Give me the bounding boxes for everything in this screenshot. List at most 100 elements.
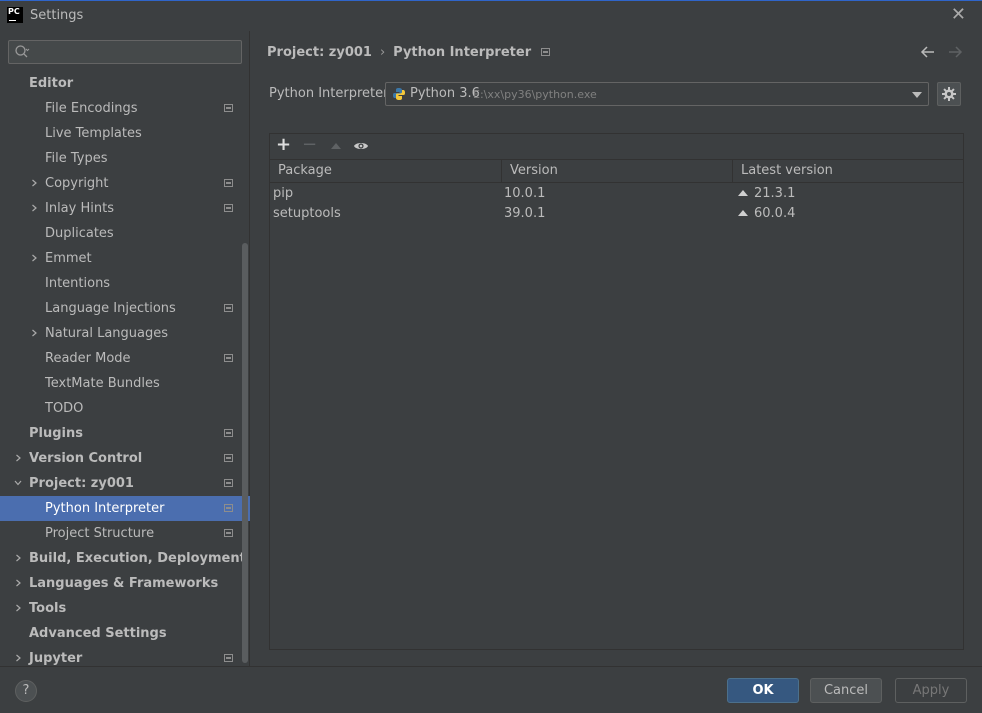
python-icon <box>393 88 405 100</box>
sidebar-item[interactable]: TODO <box>0 396 250 421</box>
sidebar-item[interactable]: Advanced Settings <box>0 621 250 646</box>
sidebar-item-label: Duplicates <box>45 226 114 241</box>
sidebar-item[interactable]: Intentions <box>0 271 250 296</box>
sidebar-item[interactable]: Languages & Frameworks <box>0 571 250 596</box>
package-version-cell: 10.0.1 <box>504 186 546 201</box>
sidebar-item-label: File Encodings <box>45 101 138 116</box>
sidebar-item[interactable]: Live Templates <box>0 121 250 146</box>
sidebar-item[interactable]: Editor <box>0 71 250 96</box>
chevron-right-icon[interactable] <box>14 454 22 462</box>
breadcrumb-parent[interactable]: Project: zy001 <box>267 45 372 60</box>
forward-arrow-icon[interactable] <box>947 44 963 60</box>
chevron-right-icon[interactable] <box>14 604 22 612</box>
sidebar-item[interactable]: Tools <box>0 596 250 621</box>
project-scope-icon <box>224 204 233 212</box>
table-row[interactable]: pip 10.0.1 21.3.1 <box>270 184 963 204</box>
sidebar-item-label: Editor <box>29 76 74 91</box>
chevron-right-icon[interactable] <box>30 204 38 212</box>
interpreter-select[interactable]: Python 3.6 E:\xx\py36\python.exe <box>385 82 929 106</box>
sidebar-item[interactable]: Emmet <box>0 246 250 271</box>
main-panel: Project: zy001 › Python Interpreter Python… <box>251 31 982 666</box>
project-scope-icon <box>224 429 233 437</box>
latest-version-text: 60.0.4 <box>754 206 796 221</box>
sidebar-item[interactable]: Reader Mode <box>0 346 250 371</box>
interpreter-name: Python 3.6 <box>410 86 480 101</box>
ok-button[interactable]: OK <box>727 678 799 703</box>
chevron-right-icon[interactable] <box>30 254 38 262</box>
table-row[interactable]: setuptools 39.0.1 60.0.4 <box>270 204 963 224</box>
sidebar-item[interactable]: File Encodings <box>0 96 250 121</box>
project-scope-icon <box>541 48 551 56</box>
sidebar-item-label: Natural Languages <box>45 326 169 341</box>
help-button[interactable]: ? <box>15 680 37 702</box>
sidebar-item-label: Emmet <box>45 251 92 266</box>
project-scope-icon <box>224 654 233 662</box>
project-scope-icon <box>224 179 233 187</box>
sidebar-item-label: Language Injections <box>45 301 176 316</box>
project-scope-icon <box>224 479 233 487</box>
column-header-latest-version[interactable]: Latest version <box>733 160 963 182</box>
chevron-right-icon[interactable] <box>14 654 22 662</box>
package-name-cell: pip <box>273 186 294 201</box>
project-scope-icon <box>224 454 233 462</box>
sidebar-item-label: Copyright <box>45 176 109 191</box>
project-scope-icon <box>224 304 233 312</box>
remove-package-button[interactable]: − <box>302 136 318 154</box>
cancel-button[interactable]: Cancel <box>810 678 882 703</box>
chevron-right-icon[interactable] <box>30 329 38 337</box>
sidebar-item[interactable]: Python Interpreter <box>0 496 250 521</box>
back-arrow-icon[interactable] <box>920 44 936 60</box>
search-icon <box>15 45 30 58</box>
chevron-right-icon[interactable] <box>30 179 38 187</box>
sidebar-item[interactable]: Language Injections <box>0 296 250 321</box>
close-icon[interactable]: ✕ <box>951 5 966 25</box>
sidebar-item-label: Build, Execution, Deployment <box>29 551 246 566</box>
sidebar-item[interactable]: File Types <box>0 146 250 171</box>
interpreter-path: E:\xx\py36\python.exe <box>473 88 597 101</box>
gear-icon <box>942 87 956 101</box>
interpreter-settings-button[interactable] <box>937 82 961 106</box>
sidebar-item-label: Intentions <box>45 276 111 291</box>
chevron-right-icon[interactable] <box>14 579 22 587</box>
packages-panel: + − Package Version Latest version pip 10… <box>269 133 964 650</box>
search-input[interactable] <box>8 40 242 64</box>
add-package-button[interactable]: + <box>276 136 292 154</box>
apply-button[interactable]: Apply <box>895 678 967 703</box>
sidebar-item-label: Python Interpreter <box>45 501 165 516</box>
column-header-package[interactable]: Package <box>270 160 502 182</box>
title-bar: PC Settings ✕ <box>0 0 982 31</box>
upgrade-available-icon <box>738 190 748 196</box>
project-scope-icon <box>224 504 233 512</box>
sidebar-item[interactable]: Plugins <box>0 421 250 446</box>
sidebar-item-label: Languages & Frameworks <box>29 576 219 591</box>
sidebar-item[interactable]: Project Structure <box>0 521 250 546</box>
settings-sidebar: Editor File Encodings Live Templates File T… <box>0 31 250 666</box>
sidebar-item-label: Inlay Hints <box>45 201 114 216</box>
chevron-down-icon[interactable] <box>14 479 22 487</box>
package-name-cell: setuptools <box>273 206 341 221</box>
pycharm-app-icon: PC <box>7 7 23 23</box>
package-latest-cell: 60.0.4 <box>738 204 795 224</box>
dropdown-arrow-icon[interactable] <box>912 92 922 98</box>
chevron-right-icon[interactable] <box>14 554 22 562</box>
interpreter-label: Python Interpreter: <box>269 86 393 101</box>
sidebar-item[interactable]: Project: zy001 <box>0 471 250 496</box>
project-scope-icon <box>224 104 233 112</box>
sidebar-item[interactable]: Build, Execution, Deployment <box>0 546 250 571</box>
show-early-releases-eye-icon[interactable] <box>353 138 369 154</box>
sidebar-item[interactable]: Duplicates <box>0 221 250 246</box>
sidebar-item[interactable]: Version Control <box>0 446 250 471</box>
sidebar-item[interactable]: Copyright <box>0 171 250 196</box>
sidebar-item[interactable]: TextMate Bundles <box>0 371 250 396</box>
sidebar-item[interactable]: Inlay Hints <box>0 196 250 221</box>
sidebar-item-label: Advanced Settings <box>29 626 167 641</box>
sidebar-item[interactable]: Natural Languages <box>0 321 250 346</box>
window-title: Settings <box>30 8 84 23</box>
breadcrumb: Project: zy001 › Python Interpreter <box>267 45 551 60</box>
sidebar-item-label: Project Structure <box>45 526 155 541</box>
column-header-version[interactable]: Version <box>502 160 733 182</box>
sidebar-scrollbar[interactable] <box>242 243 248 663</box>
sidebar-item-label: Tools <box>29 601 67 616</box>
upgrade-package-icon[interactable] <box>328 138 344 154</box>
package-latest-cell: 21.3.1 <box>738 184 795 204</box>
